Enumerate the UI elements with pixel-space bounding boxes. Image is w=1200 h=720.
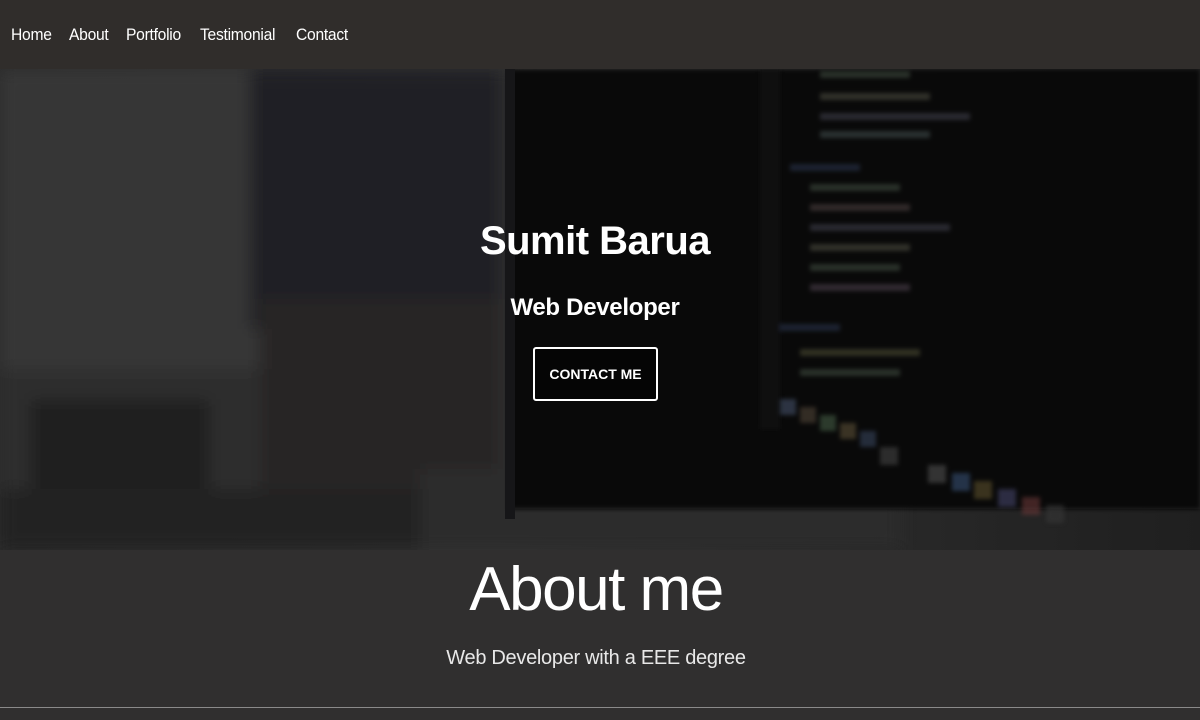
top-navigation: Home About Portfolio Testimonial Contact xyxy=(0,0,1200,69)
about-section: About me Web Developer with a EEE degree xyxy=(0,550,1200,708)
hero-content: Sumit Barua Web Developer CONTACT ME xyxy=(0,69,1200,550)
hero-role: Web Developer xyxy=(510,294,680,321)
nav-link-home[interactable]: Home xyxy=(11,25,52,45)
nav-link-testimonial[interactable]: Testimonial xyxy=(200,25,275,45)
about-description: Web Developer with a EEE degree xyxy=(446,647,746,669)
nav-link-portfolio[interactable]: Portfolio xyxy=(126,25,181,45)
about-title: About me xyxy=(469,555,724,624)
hero-name: Sumit Barua xyxy=(479,219,711,263)
contact-me-button[interactable]: CONTACT ME xyxy=(533,347,658,401)
next-section xyxy=(0,708,1200,720)
hero-section: Sumit Barua Web Developer CONTACT ME xyxy=(0,69,1200,550)
nav-link-about[interactable]: About xyxy=(69,25,109,45)
nav-link-contact[interactable]: Contact xyxy=(296,25,348,45)
